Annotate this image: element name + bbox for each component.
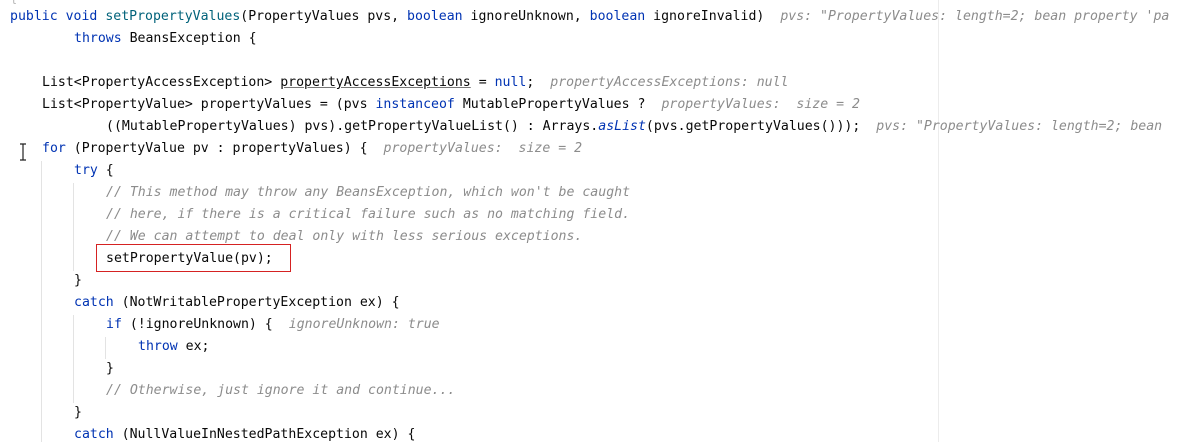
debugger-inline-value: propertyValues: size = 2	[661, 97, 860, 112]
code-token: setPropertyValues	[105, 9, 241, 24]
code-line[interactable]: ((MutablePropertyValues) pvs).getPropert…	[106, 116, 1162, 138]
text-cursor-icon	[20, 143, 26, 161]
code-line[interactable]: // Otherwise, just ignore it and continu…	[106, 380, 455, 402]
indent-guide	[105, 337, 106, 359]
code-token: void	[65, 9, 98, 24]
code-token: instanceof	[375, 97, 455, 112]
code-token: (PropertyValue pv : propertyValues) {	[65, 141, 368, 156]
indent-guide	[73, 315, 74, 403]
code-token: (NotWritablePropertyException ex) {	[113, 295, 400, 310]
code-token: List<PropertyAccessException>	[42, 75, 281, 90]
code-line[interactable]: try {	[74, 160, 114, 182]
code-line[interactable]: }	[106, 358, 114, 380]
code-token: ((MutablePropertyValues) pvs).getPropert…	[106, 119, 599, 134]
code-token: // Otherwise, just ignore it and continu…	[106, 383, 456, 398]
code-token: MutablePropertyValues ?	[454, 97, 646, 112]
code-token: (NullValueInNestedPathException ex) {	[113, 427, 416, 442]
code-line[interactable]: }	[74, 402, 82, 424]
code-token: }	[106, 361, 114, 376]
code-token: List<PropertyValue> propertyValues = (pv…	[42, 97, 376, 112]
code-token: throws	[74, 31, 122, 46]
code-token: ex;	[177, 339, 210, 354]
code-token: ignoreUnknown,	[462, 9, 590, 24]
code-token: propertyAccessExceptions	[280, 75, 471, 90]
code-token: // This method may throw any BeansExcept…	[106, 185, 631, 200]
code-line[interactable]: // This method may throw any BeansExcept…	[106, 182, 630, 204]
code-token: for	[42, 141, 66, 156]
code-token: (PropertyValues pvs,	[240, 9, 408, 24]
code-token: =	[470, 75, 495, 90]
code-token: (pvs.getPropertyValues()));	[645, 119, 861, 134]
code-token: ;	[526, 75, 535, 90]
debugger-inline-value: pvs: "PropertyValues: length=2; bean	[876, 119, 1163, 134]
code-token: }	[74, 273, 82, 288]
code-line[interactable]: catch (NullValueInNestedPathException ex…	[74, 424, 415, 446]
code-token: boolean	[589, 9, 646, 24]
debugger-inline-value: propertyAccessExceptions: null	[550, 75, 789, 90]
code-line[interactable]: public void setPropertyValues (PropertyVa…	[10, 6, 1169, 28]
code-line[interactable]: List<PropertyValue> propertyValues = (pv…	[42, 94, 860, 116]
code-token: ignoreInvalid)	[645, 9, 765, 24]
code-token: {	[97, 163, 114, 178]
partial-brace-glyph: {	[10, 0, 17, 5]
code-line[interactable]: if (!ignoreUnknown) { ignoreUnknown: true	[106, 314, 440, 336]
code-token: public	[10, 9, 58, 24]
code-line[interactable]: // here, if there is a critical failure …	[106, 204, 630, 226]
code-token: BeansException {	[121, 31, 257, 46]
code-token: }	[74, 405, 82, 420]
right-margin-guide	[938, 0, 939, 442]
code-token: (!ignoreUnknown) {	[121, 317, 273, 332]
code-line[interactable]: List<PropertyAccessException> propertyAc…	[42, 72, 788, 94]
debugger-inline-value: pvs: "PropertyValues: length=2; bean pro…	[780, 9, 1170, 24]
indent-guide	[73, 183, 74, 271]
debugger-inline-value: ignoreUnknown: true	[288, 317, 440, 332]
indent-guide	[41, 161, 42, 442]
code-line[interactable]: }	[74, 270, 82, 292]
code-line[interactable]: for (PropertyValue pv : propertyValues) …	[42, 138, 582, 160]
code-token: asList	[598, 119, 646, 134]
code-token: throw	[138, 339, 178, 354]
code-token: catch	[74, 427, 114, 442]
code-token: null	[494, 75, 527, 90]
code-token: // here, if there is a critical failure …	[106, 207, 631, 222]
code-token: if	[106, 317, 122, 332]
code-line[interactable]: throws BeansException {	[74, 28, 257, 50]
code-token: try	[74, 163, 98, 178]
code-line[interactable]: throw ex;	[138, 336, 209, 358]
code-token: catch	[74, 295, 114, 310]
debugger-inline-value: propertyValues: size = 2	[383, 141, 583, 156]
current-statement-highlight	[96, 244, 291, 272]
code-line[interactable]: catch (NotWritablePropertyException ex) …	[74, 292, 400, 314]
code-token: boolean	[407, 9, 463, 24]
